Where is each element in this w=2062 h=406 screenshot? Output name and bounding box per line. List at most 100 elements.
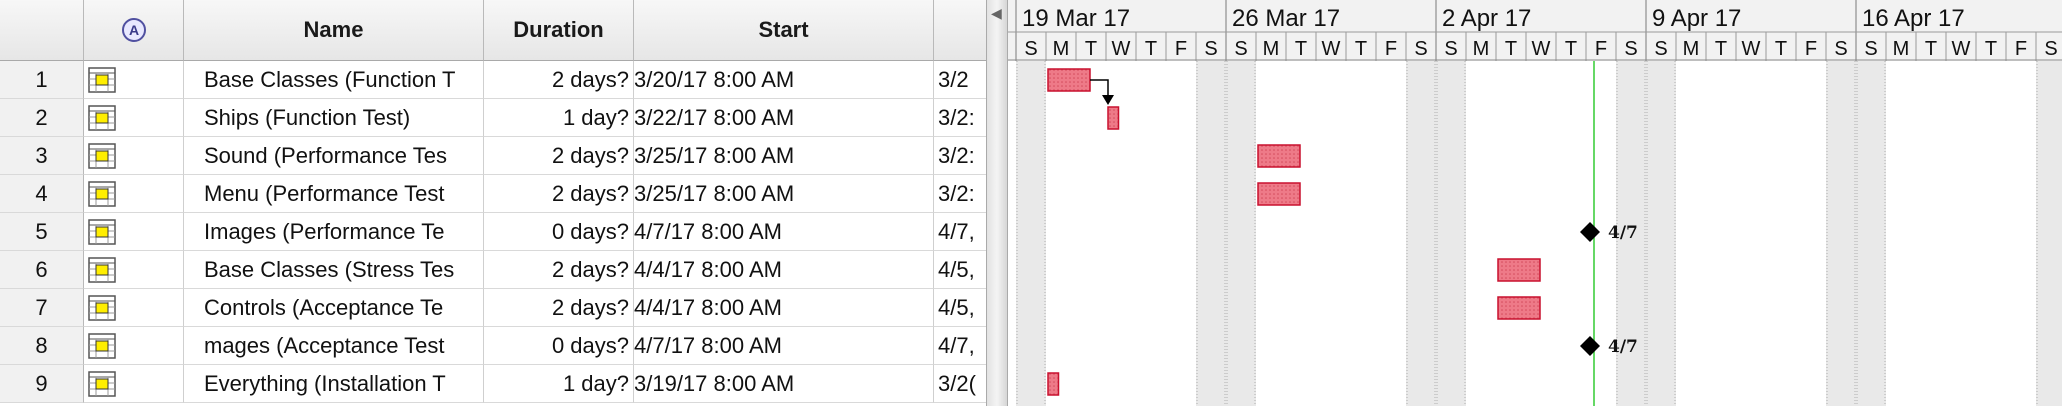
day-letter: W [1112, 38, 1131, 60]
task-start-cell[interactable]: 4/7/17 8:00 AM [634, 213, 934, 251]
task-finish-cell[interactable]: 3/2 [934, 61, 986, 99]
start-column-header[interactable]: Start [634, 0, 934, 61]
task-name-cell[interactable]: Sound (Performance Tes [184, 137, 484, 175]
task-name-cell[interactable]: Images (Performance Te [184, 213, 484, 251]
indicator-column-header[interactable]: A [84, 0, 184, 61]
task-finish-cell[interactable]: 4/5, [934, 289, 986, 327]
task-name-cell[interactable]: Everything (Installation T [184, 365, 484, 403]
table-row[interactable]: 5 Images (Performance Te 0 days? 4/7/17 8:0… [0, 213, 986, 251]
day-letter: T [1775, 38, 1787, 60]
task-name-cell[interactable]: Base Classes (Function T [184, 61, 484, 99]
row-number-header[interactable] [0, 0, 84, 61]
row-number[interactable]: 8 [0, 327, 84, 365]
duration-column-header[interactable]: Duration [484, 0, 634, 61]
day-letter: T [1715, 38, 1727, 60]
table-row[interactable]: 2 Ships (Function Test) 1 day? 3/22/17 8:00… [0, 99, 986, 137]
row-number[interactable]: 2 [0, 99, 84, 137]
task-indicator-cell[interactable] [84, 327, 184, 365]
task-start-cell[interactable]: 3/22/17 8:00 AM [634, 99, 934, 137]
task-start-cell[interactable]: 3/25/17 8:00 AM [634, 137, 934, 175]
row-number[interactable]: 3 [0, 137, 84, 175]
task-indicator-cell[interactable] [84, 137, 184, 175]
task-indicator-cell[interactable] [84, 289, 184, 327]
task-start-cell[interactable]: 3/20/17 8:00 AM [634, 61, 934, 99]
task-name-cell[interactable]: Ships (Function Test) [184, 99, 484, 137]
task-bar[interactable] [1257, 144, 1301, 168]
task-finish-cell[interactable]: 3/2: [934, 137, 986, 175]
day-letter: S [1024, 38, 1037, 60]
pane-splitter[interactable]: ◀ [986, 0, 1008, 406]
row-number[interactable]: 1 [0, 61, 84, 99]
task-finish-cell[interactable]: 4/7, [934, 213, 986, 251]
day-letter: S [1864, 38, 1877, 60]
day-letter: M [1893, 38, 1910, 60]
task-table-icon [88, 257, 116, 283]
task-indicator-cell[interactable] [84, 251, 184, 289]
table-row[interactable]: 6 Base Classes (Stress Tes 2 days? 4/4/17 8… [0, 251, 986, 289]
task-start-cell[interactable]: 4/7/17 8:00 AM [634, 327, 934, 365]
day-letter: F [1175, 38, 1187, 60]
day-letter: W [1742, 38, 1761, 60]
task-indicator-cell[interactable] [84, 99, 184, 137]
row-number[interactable]: 9 [0, 365, 84, 403]
row-number[interactable]: 4 [0, 175, 84, 213]
task-duration-cell[interactable]: 2 days? [484, 61, 634, 99]
task-start-cell[interactable]: 4/4/17 8:00 AM [634, 289, 934, 327]
task-start-cell[interactable]: 3/19/17 8:00 AM [634, 365, 934, 403]
task-finish-cell[interactable]: 3/2: [934, 175, 986, 213]
task-indicator-cell[interactable] [84, 175, 184, 213]
task-name-cell[interactable]: mages (Acceptance Test [184, 327, 484, 365]
day-letter: S [1444, 38, 1457, 60]
task-table-icon [88, 219, 116, 245]
task-duration-cell[interactable]: 2 days? [484, 175, 634, 213]
task-duration-cell[interactable]: 0 days? [484, 213, 634, 251]
task-name-cell[interactable]: Controls (Acceptance Te [184, 289, 484, 327]
finish-column-header[interactable] [934, 0, 986, 61]
task-name-cell[interactable]: Menu (Performance Test [184, 175, 484, 213]
week-label: 26 Mar 17 [1232, 5, 1340, 32]
task-name-cell[interactable]: Base Classes (Stress Tes [184, 251, 484, 289]
table-row[interactable]: 9 Everything (Installation T1 day? 3/19/17… [0, 365, 986, 403]
task-table-icon [88, 143, 116, 169]
weekend-shading [1016, 61, 1046, 406]
task-indicator-cell[interactable] [84, 213, 184, 251]
task-bar[interactable] [1257, 182, 1301, 206]
task-finish-cell[interactable]: 3/2( [934, 365, 986, 403]
task-finish-cell[interactable]: 4/5, [934, 251, 986, 289]
task-bar[interactable] [1047, 68, 1091, 92]
row-number[interactable]: 6 [0, 251, 84, 289]
task-start-cell[interactable]: 3/25/17 8:00 AM [634, 175, 934, 213]
task-start-cell[interactable]: 4/4/17 8:00 AM [634, 251, 934, 289]
day-letter: F [1385, 38, 1397, 60]
task-bar[interactable] [1497, 258, 1541, 282]
task-duration-cell[interactable]: 0 days? [484, 327, 634, 365]
task-duration-cell[interactable]: 2 days? [484, 137, 634, 175]
table-row[interactable]: 3 Sound (Performance Tes 2 days? 3/25/17 8:… [0, 137, 986, 175]
gantt-chart[interactable]: SMTWTFSSMTWTFSSMTWTFSSMTWTFSSMTWTFSS19 M… [1008, 0, 2062, 406]
svg-text:A: A [128, 22, 138, 38]
day-letter: T [1985, 38, 1997, 60]
task-duration-cell[interactable]: 2 days? [484, 251, 634, 289]
row-number[interactable]: 5 [0, 213, 84, 251]
table-row[interactable]: 1 Base Classes (Function T2 days? 3/20/17 … [0, 61, 986, 99]
task-finish-cell[interactable]: 4/7, [934, 327, 986, 365]
weekend-shading [1646, 61, 1676, 406]
table-row[interactable]: 8 mages (Acceptance Test 0 days? 4/7/17 8:0… [0, 327, 986, 365]
table-row[interactable]: 7 Controls (Acceptance Te 2 days? 4/4/17 8:… [0, 289, 986, 327]
collapse-left-icon[interactable]: ◀ [991, 6, 1002, 20]
name-column-header[interactable]: Name [184, 0, 484, 61]
row-number[interactable]: 7 [0, 289, 84, 327]
day-letter: S [1834, 38, 1847, 60]
task-bar[interactable] [1047, 372, 1060, 396]
task-indicator-cell[interactable] [84, 365, 184, 403]
task-bar[interactable] [1107, 106, 1120, 130]
weekend-shading [1436, 61, 1466, 406]
task-duration-cell[interactable]: 1 day? [484, 99, 634, 137]
task-duration-cell[interactable]: 2 days? [484, 289, 634, 327]
task-duration-cell[interactable]: 1 day? [484, 365, 634, 403]
task-finish-cell[interactable]: 3/2: [934, 99, 986, 137]
day-letter: S [1414, 38, 1427, 60]
table-row[interactable]: 4 Menu (Performance Test 2 days? 3/25/17 8:… [0, 175, 986, 213]
task-bar[interactable] [1497, 296, 1541, 320]
task-indicator-cell[interactable] [84, 61, 184, 99]
